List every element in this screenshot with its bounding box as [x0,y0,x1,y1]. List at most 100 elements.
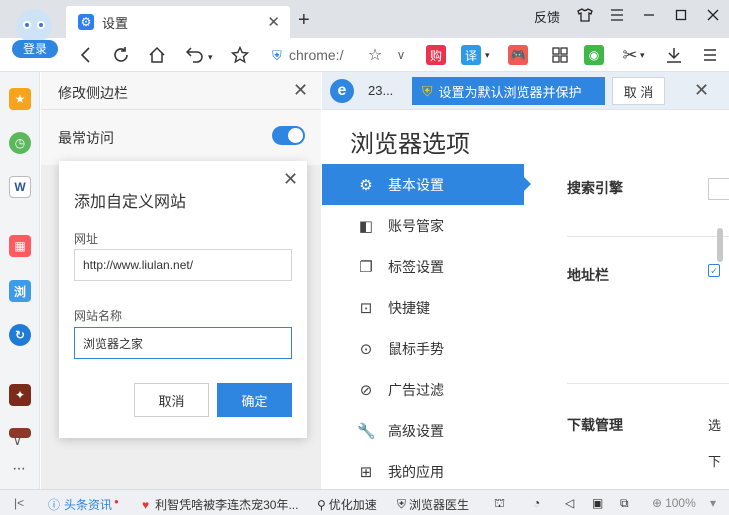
back-icon[interactable] [73,43,97,67]
nav-label: 我的应用 [388,463,444,480]
tab-count: 23... [368,83,394,98]
address-text[interactable]: chrome:/ [289,47,343,63]
window-icon[interactable]: ⧉ [620,496,629,511]
info-icon: ⓘ [48,498,61,512]
swirl-app-icon[interactable]: ↻ [9,324,31,346]
address-bar-label: 地址栏 [567,267,609,283]
home-icon[interactable] [145,43,169,67]
site-name-input[interactable] [74,327,292,359]
address-dropdown-icon[interactable]: ∨ [389,43,413,67]
headline-text: 利智凭啥被李连杰宠30年... [155,498,299,512]
options-content: 搜索引擎 地址栏 ✓ 下载管理 选 下 [524,164,729,489]
gear-icon: ⚙ [359,176,373,194]
shirt-icon[interactable] [569,7,601,25]
menu-icon[interactable] [601,8,633,24]
shield-icon: ⛨ [272,47,282,63]
nav-label: 账号管家 [388,217,444,234]
search-engine-label: 搜索引擎 [567,180,623,196]
rocket-icon: ⚲ [317,497,326,512]
history-icon[interactable]: ◷ [9,132,31,154]
optimize-button[interactable]: ⚲ 优化加速 [317,496,377,513]
minimize-button[interactable] [633,9,665,24]
nav-mouse[interactable]: ⊙ 鼠标手势 [322,328,524,369]
download-option-2[interactable]: 下 [708,451,721,470]
new-tab-button[interactable]: + [298,9,310,32]
game-999-icon[interactable]: ✦ [9,384,31,406]
divider [567,383,729,384]
download-icon[interactable] [662,43,686,67]
maximize-button[interactable] [665,9,697,24]
url-label: 网址 [74,232,99,246]
headline-link[interactable]: ♥ 利智凭啥被李连杰宠30年... [142,496,298,513]
nav-tabs[interactable]: ❐ 标签设置 [322,246,524,287]
nav-label: 基本设置 [388,176,444,193]
ie-icon: e [330,79,354,103]
scissors-icon[interactable]: ✂ [618,43,642,67]
favorite-star-icon[interactable]: ☆ [363,43,387,67]
refresh-icon[interactable] [109,43,133,67]
login-button[interactable]: 登录 [12,40,58,58]
nav-my-apps[interactable]: ⊞ 我的应用 [322,451,524,492]
notice-cancel-button[interactable]: 取 消 [612,77,665,105]
ok-button[interactable]: 确定 [217,383,292,417]
undo-dropdown-icon[interactable]: ▾ [208,52,213,63]
undo-icon[interactable] [183,43,207,67]
more-icon[interactable]: ··· [12,460,26,478]
mute-icon[interactable]: ◁ [565,496,574,510]
close-icon[interactable]: ✕ [293,80,308,101]
frequent-label: 最常访问 [58,130,114,146]
app-store-icon[interactable]: ▦ [9,235,31,257]
window-controls: 反馈 [525,0,729,32]
news-link[interactable]: ⓘ 头条资讯 ● [48,496,119,513]
nav-basic-settings[interactable]: ⚙ 基本设置 [322,164,531,205]
nav-adblock[interactable]: ⊘ 广告过滤 [322,369,524,410]
url-input[interactable] [74,249,292,281]
shield-icon: ⛨ [422,82,433,99]
apps-icon: ⊞ [359,463,373,481]
nav-shortcuts[interactable]: ⊡ 快捷键 [322,287,524,328]
main-menu-icon[interactable] [698,43,722,67]
scissors-dropdown-icon[interactable]: ▾ [640,50,645,61]
zoom-control[interactable]: ⊕ 100% [652,496,696,510]
save-icon[interactable]: ▣ [592,496,603,510]
download-label: 下载管理 [567,417,623,433]
shortcut-icon: ⊡ [359,299,373,317]
checkbox-icon[interactable]: ✓ [708,264,720,277]
speed-icon[interactable]: ◔ [533,496,540,510]
shopping-icon[interactable]: 购 [424,43,448,67]
star-icon[interactable] [228,43,252,67]
chevron-down-icon[interactable]: ∨ [13,434,22,448]
dropdown-icon[interactable]: ▾ [710,496,716,510]
cancel-button[interactable]: 取消 [134,383,209,417]
scrollbar[interactable] [717,228,723,262]
search-engine-select[interactable] [708,178,729,200]
dialog-close-icon[interactable]: ✕ [283,169,298,190]
game-icon[interactable]: 🎮 [506,43,530,67]
eye-protect-icon[interactable]: ◉ [582,43,606,67]
translate-dropdown-icon[interactable]: ▾ [485,50,490,61]
feedback-button[interactable]: 反馈 [525,7,569,26]
site-name-label: 网站名称 [74,309,123,323]
set-default-button[interactable]: ⛨ 设置为默认浏览器并保护 [412,77,605,105]
side-panel-header: 修改侧边栏 ✕ [41,72,321,110]
wrench-icon: 🔧 [357,422,376,440]
collapse-icon[interactable]: |< [14,496,24,510]
close-window-button[interactable] [697,9,729,24]
download-option-1[interactable]: 选 [708,415,721,434]
favorites-icon[interactable]: ★ [9,88,31,110]
translate-icon[interactable]: 译 [459,43,483,67]
nav-account[interactable]: ◧ 账号管家 [322,205,524,246]
notice-close-icon[interactable]: ✕ [694,80,709,101]
word-doc-icon[interactable]: W [9,176,31,198]
doctor-button[interactable]: ⛨ 浏览器医生 [397,496,469,513]
sidebar-rail: ★ ◷ W ▦ 浏 ↻ ✦ ∨ ··· [0,72,40,489]
dialog-title: 添加自定义网站 [74,194,187,211]
apps-grid-icon[interactable] [548,43,572,67]
tab-settings[interactable]: ⚙ 设置 ✕ [66,6,290,38]
nav-advanced[interactable]: 🔧 高级设置 [322,410,524,451]
browser-icon[interactable]: 浏 [9,280,31,302]
close-tab-icon[interactable]: ✕ [267,13,280,31]
bridge-icon[interactable]: ⛫ [494,496,505,512]
frequent-toggle[interactable] [272,126,305,145]
toolbar: ▾ ⛨ chrome:/ ☆ ∨ 购 译 ▾ 🎮 ◉ ✂ ▾ [0,38,729,72]
